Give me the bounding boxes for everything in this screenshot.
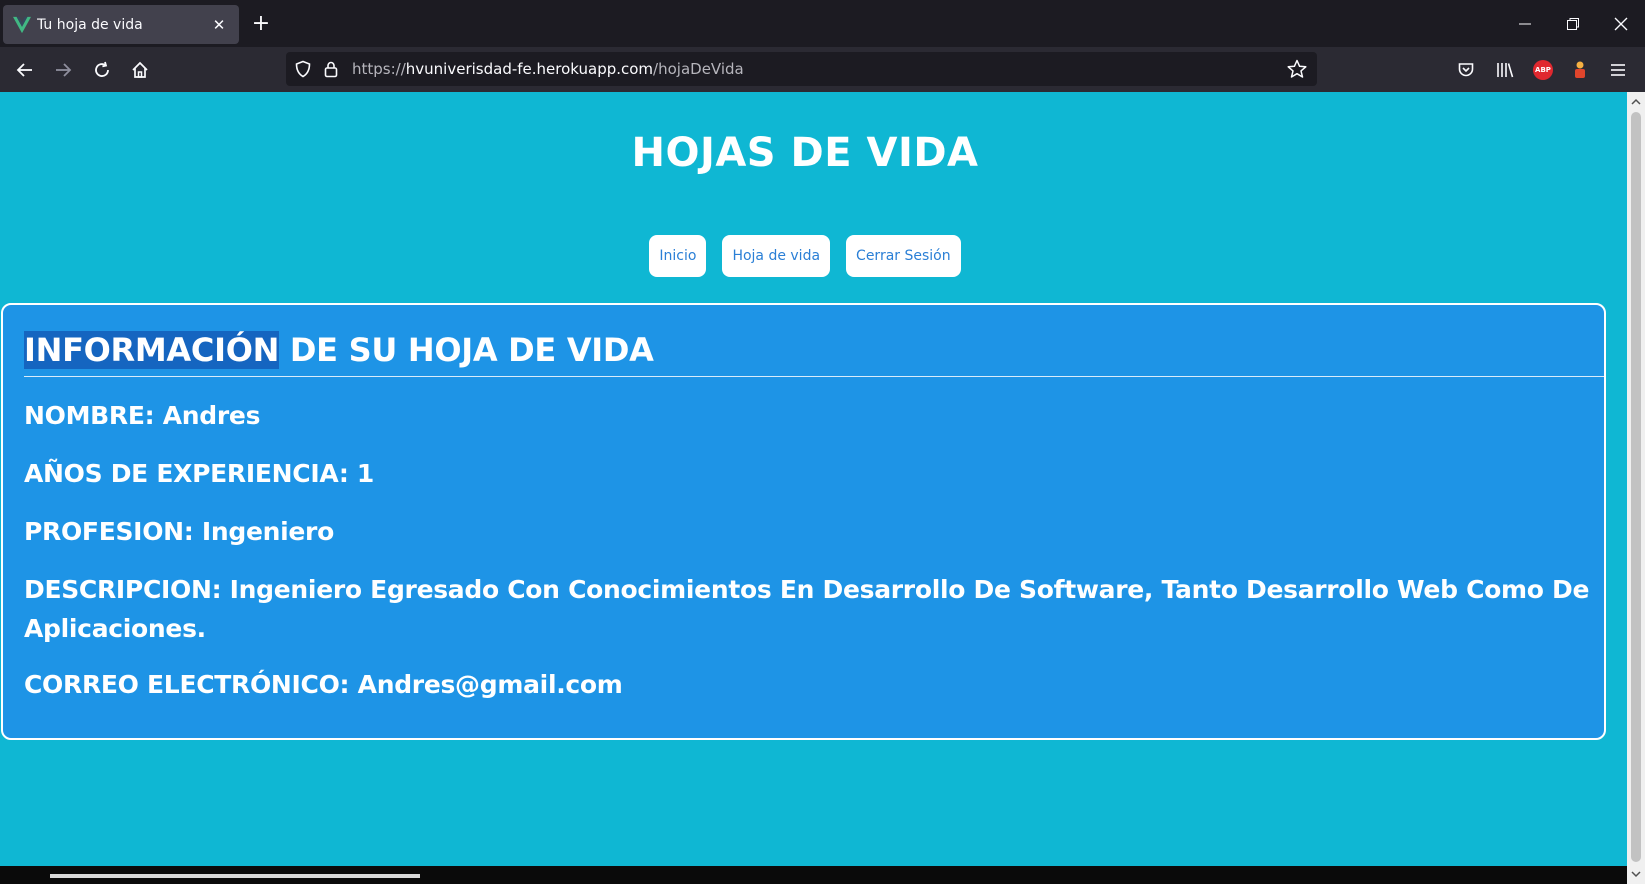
field-nombre: NOMBRE: Andres bbox=[24, 401, 261, 430]
tab-close-icon[interactable]: ✕ bbox=[207, 13, 231, 37]
url-prefix: https:// bbox=[352, 60, 406, 78]
card-heading: INFORMACIÓN DE SU HOJA DE VIDA bbox=[24, 331, 654, 369]
hamburger-menu-icon[interactable] bbox=[1606, 58, 1630, 82]
address-bar[interactable]: https://hvuniverisdad-fe.herokuapp.com/h… bbox=[286, 52, 1317, 86]
vue-logo-icon bbox=[13, 16, 31, 33]
heading-divider bbox=[24, 376, 1604, 377]
forward-arrow-icon[interactable] bbox=[48, 55, 78, 85]
field-correo: CORREO ELECTRÓNICO: Andres@gmail.com bbox=[24, 670, 623, 699]
taskbar-item[interactable] bbox=[50, 874, 420, 878]
nav-button-inicio[interactable]: Inicio bbox=[649, 235, 707, 277]
lock-icon[interactable] bbox=[322, 60, 340, 78]
bottom-strip bbox=[0, 866, 1627, 884]
browser-toolbar: https://hvuniverisdad-fe.herokuapp.com/h… bbox=[0, 47, 1645, 92]
back-arrow-icon[interactable] bbox=[10, 55, 40, 85]
scroll-up-arrow-icon[interactable] bbox=[1627, 94, 1645, 110]
page-scrollbar[interactable] bbox=[1627, 92, 1645, 884]
pocket-icon[interactable] bbox=[1454, 58, 1478, 82]
minimize-icon[interactable] bbox=[1511, 10, 1539, 38]
selected-text: INFORMACIÓN bbox=[24, 331, 280, 369]
card-heading-rest: DE SU HOJA DE VIDA bbox=[279, 331, 654, 369]
scrollbar-thumb[interactable] bbox=[1631, 112, 1641, 862]
restore-icon[interactable] bbox=[1559, 10, 1587, 38]
library-icon[interactable] bbox=[1493, 58, 1517, 82]
browser-tab[interactable]: Tu hoja de vida ✕ bbox=[3, 5, 239, 44]
extension-figure-icon[interactable] bbox=[1568, 58, 1592, 82]
scroll-down-arrow-icon[interactable] bbox=[1627, 866, 1645, 882]
url-host: hvuniverisdad-fe.herokuapp.com bbox=[405, 60, 654, 78]
field-profesion: PROFESION: Ingeniero bbox=[24, 517, 334, 546]
adblock-plus-icon[interactable]: ABP bbox=[1531, 58, 1555, 82]
nav-button-cerrar-sesion[interactable]: Cerrar Sesión bbox=[846, 235, 961, 277]
home-icon[interactable] bbox=[125, 55, 155, 85]
url-text[interactable]: https://hvuniverisdad-fe.herokuapp.com/h… bbox=[352, 60, 744, 78]
site-nav: Inicio Hoja de vida Cerrar Sesión bbox=[0, 235, 1610, 277]
nav-button-hoja-de-vida[interactable]: Hoja de vida bbox=[722, 235, 831, 277]
field-descripcion: DESCRIPCION: Ingeniero Egresado Con Cono… bbox=[24, 575, 1590, 643]
new-tab-icon[interactable]: + bbox=[250, 13, 272, 35]
reload-icon[interactable] bbox=[87, 55, 117, 85]
field-anos-experiencia: AÑOS DE EXPERIENCIA: 1 bbox=[24, 459, 375, 488]
page-viewport: HOJAS DE VIDA Inicio Hoja de vida Cerrar… bbox=[0, 92, 1627, 866]
browser-tab-strip: Tu hoja de vida ✕ + bbox=[0, 0, 1645, 47]
bookmark-star-icon[interactable] bbox=[1287, 59, 1307, 79]
url-path: /hojaDeVida bbox=[653, 60, 744, 78]
page-title: HOJAS DE VIDA bbox=[631, 130, 979, 176]
tab-title: Tu hoja de vida bbox=[37, 16, 143, 33]
tracking-shield-icon[interactable] bbox=[294, 60, 312, 78]
resume-card: INFORMACIÓN DE SU HOJA DE VIDA NOMBRE: A… bbox=[1, 303, 1606, 740]
close-window-icon[interactable] bbox=[1607, 10, 1635, 38]
